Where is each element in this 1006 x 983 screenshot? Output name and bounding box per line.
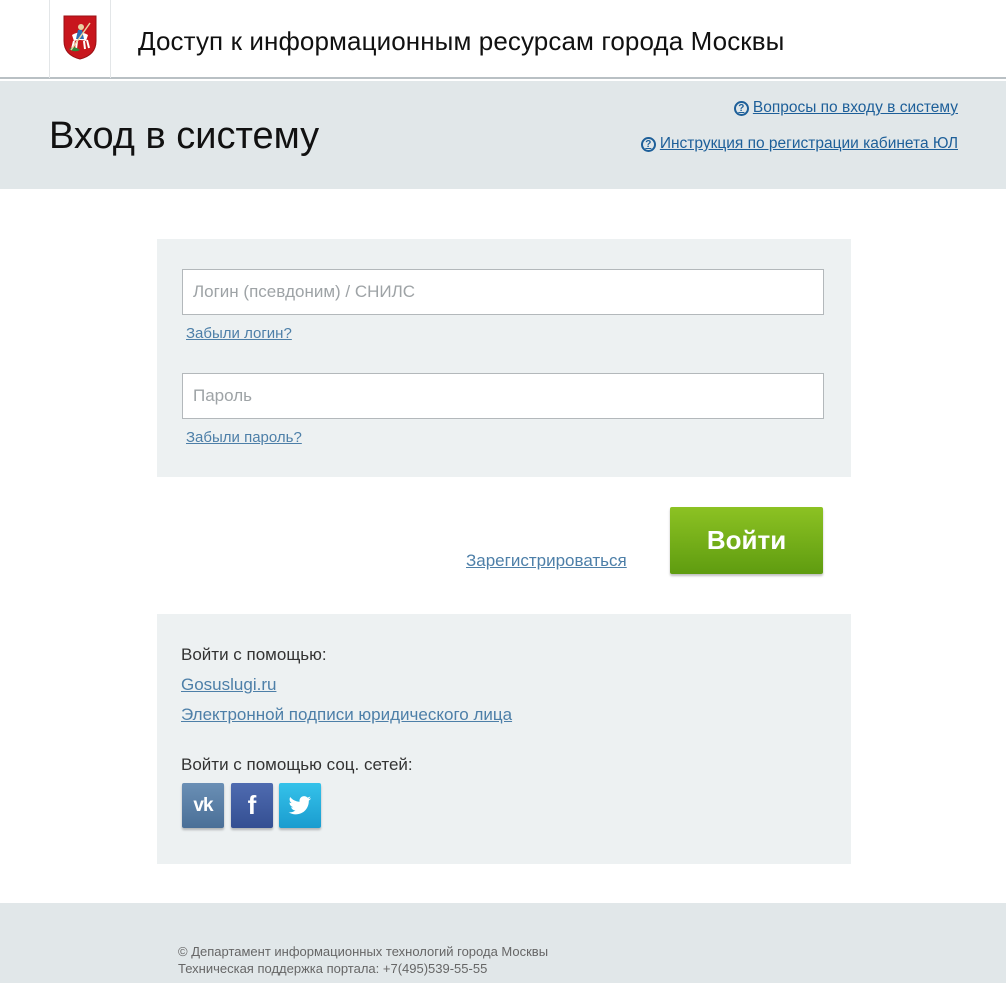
login-questions-link[interactable]: ? Вопросы по входу в систему <box>733 99 958 117</box>
digital-signature-link[interactable]: Электронной подписи юридического лица <box>181 705 512 725</box>
top-bar: Доступ к информационным ресурсам города … <box>0 0 1006 79</box>
alternative-login-panel: Войти с помощью: Gosuslugi.ru Электронно… <box>157 614 851 864</box>
vk-login-button[interactable]: vk <box>182 783 224 828</box>
alt-login-heading: Войти с помощью: <box>181 645 327 664</box>
page-banner: Вход в систему ? Вопросы по входу в сист… <box>0 81 1006 189</box>
gosuslugi-link[interactable]: Gosuslugi.ru <box>181 675 276 695</box>
login-questions-label: Вопросы по входу в систему <box>752 99 958 116</box>
login-button[interactable]: Войти <box>670 507 823 574</box>
login-form-panel: Забыли логин? Забыли пароль? <box>157 239 851 477</box>
registration-instructions-link[interactable]: ? Инструкция по регистрации кабинета ЮЛ <box>640 135 958 153</box>
login-input[interactable] <box>182 269 824 315</box>
vk-icon: vk <box>193 794 213 816</box>
moscow-coat-of-arms-icon <box>63 15 97 60</box>
footer-copyright: © Департамент информационных технологий … <box>178 944 549 959</box>
registration-instructions-label: Инструкция по регистрации кабинета ЮЛ <box>659 135 958 152</box>
facebook-icon: f <box>247 790 257 820</box>
facebook-login-button[interactable]: f <box>231 783 273 828</box>
question-circle-icon: ? <box>733 100 749 116</box>
password-input[interactable] <box>182 373 824 419</box>
forgot-login-link[interactable]: Забыли логин? <box>186 325 292 342</box>
footer-support-phone: Техническая поддержка портала: +7(495)53… <box>178 961 488 976</box>
twitter-icon <box>288 795 312 814</box>
site-title: Доступ к информационным ресурсам города … <box>138 26 785 56</box>
page-title: Вход в систему <box>49 115 320 157</box>
logo[interactable] <box>49 0 111 78</box>
social-login-heading: Войти с помощью соц. сетей: <box>181 755 413 774</box>
question-circle-icon: ? <box>640 136 656 152</box>
register-link[interactable]: Зарегистрироваться <box>466 551 627 571</box>
forgot-password-link[interactable]: Забыли пароль? <box>186 429 302 446</box>
twitter-login-button[interactable] <box>279 783 321 828</box>
footer: © Департамент информационных технологий … <box>0 903 1006 983</box>
